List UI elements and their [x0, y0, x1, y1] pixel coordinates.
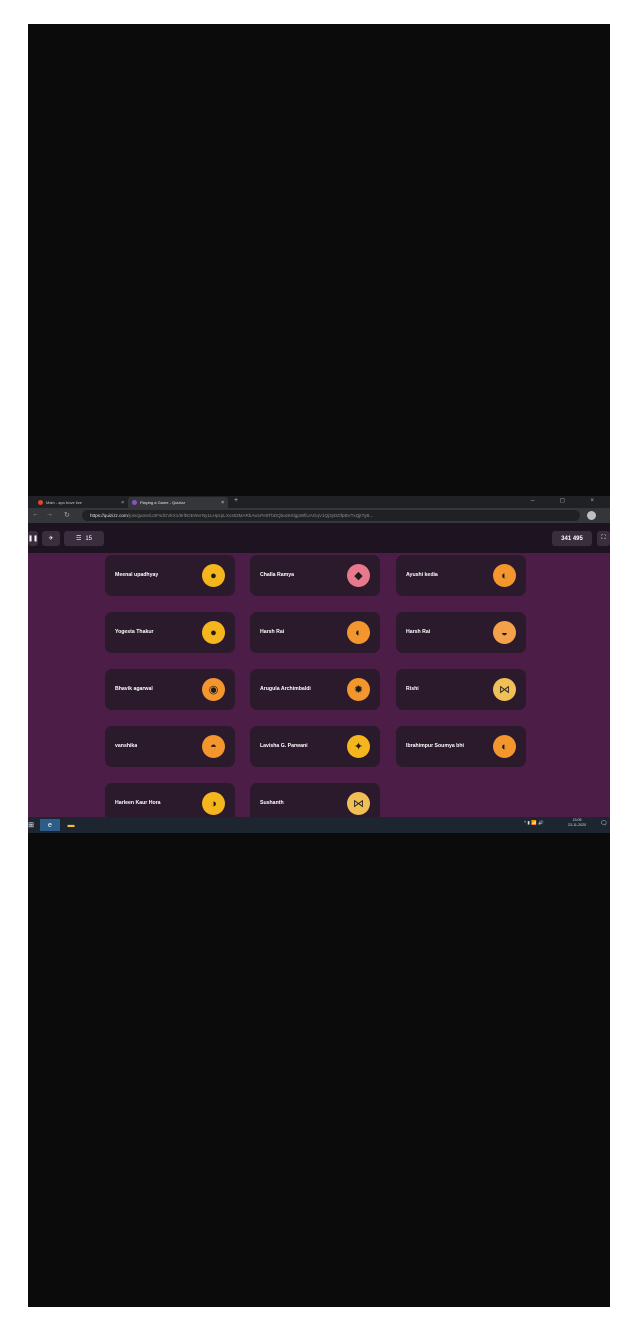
monitor-screen: Main - apo bove live × Playing a Game - … — [28, 496, 610, 833]
taskbar-clock[interactable]: 13:05 23-11-2020 — [568, 818, 586, 828]
player-name: Ibrahimpur Soumya bhi — [406, 743, 464, 749]
player-name: Ayushi kedia — [406, 572, 438, 578]
player-count: 15 — [85, 535, 93, 542]
player-card: Harsh Rai ◐ — [250, 612, 380, 653]
player-name: Harleen Kaur Hora — [115, 800, 161, 806]
close-tab-icon[interactable]: × — [121, 500, 124, 506]
fullscreen-button[interactable]: ⛶ — [597, 531, 610, 546]
forward-arrow-icon[interactable]: → — [46, 511, 53, 518]
player-card: Harsh Rai ◒ — [396, 612, 526, 653]
players-button[interactable]: ☲ 15 — [64, 531, 104, 546]
windows-taskbar: ⊞ e ▬ ^ ▮ 📶 🔊 13:05 23-11-2020 🗨 — [28, 817, 610, 833]
reload-icon[interactable]: ↻ — [64, 511, 70, 519]
player-card: Meenal upadhyay ● — [105, 555, 235, 596]
popsicle-avatar-icon: ● — [202, 621, 225, 644]
browser-tab-2-active[interactable]: Playing a Game - Quizizz × — [128, 497, 228, 508]
join-code: 341 495 — [552, 531, 592, 546]
players-icon: ☲ — [75, 536, 82, 542]
bug-avatar-icon: ✹ — [347, 678, 370, 701]
player-name: Rishi — [406, 686, 419, 692]
player-name: Bhavik agarwal — [115, 686, 153, 692]
player-card: Ayushi kedia ◐ — [396, 555, 526, 596]
window-controls[interactable]: – ◻ × — [531, 497, 606, 504]
player-card: Rishi ⋈ — [396, 669, 526, 710]
url-input[interactable]: https://quizizz.com/join/game/U2FsdGVkX1… — [82, 510, 580, 521]
player-card: Ibrahimpur Soumya bhi ◐ — [396, 726, 526, 767]
fish-avatar-icon: ◒ — [493, 621, 516, 644]
donut-avatar-icon: ◐ — [493, 735, 516, 758]
quizizz-top-bar: ❚❚ ✈ ☲ 15 341 495 ⛶ — [28, 523, 610, 553]
player-name: Harsh Rai — [260, 629, 285, 635]
new-tab-button[interactable]: + — [234, 497, 238, 504]
notification-icon[interactable]: 🗨 — [600, 820, 608, 827]
close-tab-icon[interactable]: × — [221, 500, 224, 506]
butterfly-avatar-icon: ⋈ — [493, 678, 516, 701]
player-card: Arugula Archimbaldi ✹ — [250, 669, 380, 710]
burger-avatar-icon: ◉ — [202, 678, 225, 701]
fullscreen-icon: ⛶ — [601, 535, 606, 541]
player-card: Lavisha G. Parwani ✦ — [250, 726, 380, 767]
player-card: Harleen Kaur Hora ◑ — [105, 783, 235, 817]
popsicle-avatar-icon: ● — [202, 564, 225, 587]
pause-icon: ❚❚ — [28, 536, 39, 542]
system-tray[interactable]: ^ ▮ 📶 🔊 — [524, 820, 544, 826]
browser-address-bar: ← → ↻ https://quizizz.com/join/game/U2Fs… — [28, 508, 610, 523]
settings-button[interactable]: ✈ — [42, 531, 60, 546]
start-icon[interactable]: ⊞ — [28, 819, 34, 831]
cake-avatar-icon: ◆ — [347, 564, 370, 587]
browser-tab-1[interactable]: Main - apo bove live × — [34, 497, 128, 508]
url-host: https://quizizz.com — [90, 513, 128, 518]
player-name: Challa Ramya — [260, 572, 295, 578]
black-letterbox-bottom — [28, 833, 610, 1307]
donut-avatar-icon: ◐ — [493, 564, 516, 587]
back-arrow-icon[interactable]: ← — [32, 511, 39, 518]
tab-label: Main - apo bove live — [46, 500, 82, 505]
player-card: Bhavik agarwal ◉ — [105, 669, 235, 710]
edge-icon[interactable]: e — [40, 819, 60, 831]
watermelon-avatar-icon: ◓ — [202, 735, 225, 758]
player-card: Sushanth ⋈ — [250, 783, 380, 817]
plane-icon: ✈ — [48, 536, 54, 542]
unicorn-avatar-icon: ✦ — [347, 735, 370, 758]
player-card: Challa Ramya ◆ — [250, 555, 380, 596]
player-name: Yogesta Thakur — [115, 629, 154, 635]
player-name: Arugula Archimbaldi — [260, 686, 311, 692]
url-path: /join/game/U2FsdGVkX1/8rlhDEWvrNy1LHpzpL… — [127, 513, 374, 518]
pause-button[interactable]: ❚❚ — [28, 531, 38, 546]
browser-tab-bar: Main - apo bove live × Playing a Game - … — [28, 496, 610, 508]
tab-label: Playing a Game - Quizizz — [140, 500, 186, 505]
explorer-icon[interactable]: ▬ — [64, 819, 78, 831]
player-name: vanshika — [115, 743, 138, 749]
player-name: Harsh Rai — [406, 629, 431, 635]
butterfly-avatar-icon: ⋈ — [347, 792, 370, 815]
black-letterbox-top — [28, 24, 610, 496]
player-name: Sushanth — [260, 800, 284, 806]
donut-avatar-icon: ◐ — [347, 621, 370, 644]
quizizz-tab-icon — [132, 500, 137, 506]
player-name: Meenal upadhyay — [115, 572, 159, 578]
profile-avatar-icon[interactable] — [587, 511, 596, 520]
dot-icon — [38, 500, 43, 506]
planet-avatar-icon: ◑ — [202, 792, 225, 815]
player-card: Yogesta Thakur ● — [105, 612, 235, 653]
clock-date: 23-11-2020 — [568, 823, 587, 827]
player-name: Lavisha G. Parwani — [260, 743, 308, 749]
photo-frame: Main - apo bove live × Playing a Game - … — [0, 0, 618, 1322]
player-card: vanshika ◓ — [105, 726, 235, 767]
player-lobby-grid: Meenal upadhyay ● Challa Ramya ◆ Ayushi ke… — [28, 553, 610, 817]
